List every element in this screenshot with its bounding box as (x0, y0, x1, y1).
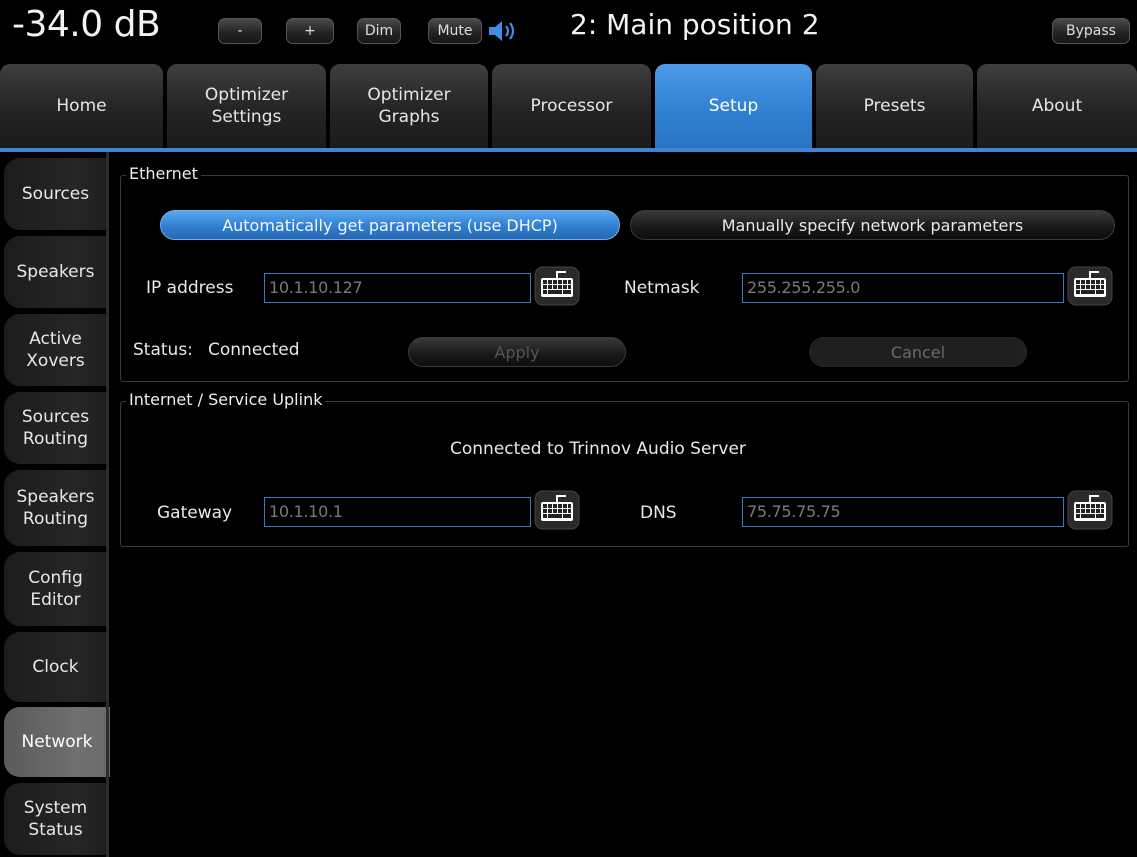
volume-readout: -34.0 dB (12, 4, 161, 45)
sidebar-item-speakers-routing[interactable]: Speakers Routing (4, 470, 107, 546)
status-label: Status: (133, 340, 193, 360)
keyboard-icon[interactable] (1067, 490, 1113, 530)
sidebar-item-sources[interactable]: Sources (4, 158, 107, 230)
keyboard-icon[interactable] (1067, 266, 1113, 306)
ip-address-field[interactable]: 10.1.10.127 (264, 273, 531, 303)
volume-up-button[interactable]: + (286, 18, 334, 44)
sidebar-item-clock[interactable]: Clock (4, 632, 107, 702)
sidebar-item-speakers[interactable]: Speakers (4, 236, 107, 308)
bypass-button[interactable]: Bypass (1052, 18, 1130, 44)
ethernet-legend: Ethernet (126, 164, 201, 183)
tab-about[interactable]: About (977, 64, 1137, 148)
tab-home[interactable]: Home (0, 64, 163, 148)
keyboard-icon[interactable] (534, 266, 580, 306)
sidebar-item-system-status[interactable]: System Status (4, 783, 107, 855)
ip-address-label: IP address (146, 278, 234, 298)
speaker-volume-icon[interactable] (487, 18, 521, 44)
internet-legend: Internet / Service Uplink (126, 390, 326, 409)
tab-optimizer-graphs[interactable]: Optimizer Graphs (330, 64, 488, 148)
volume-down-button[interactable]: - (218, 18, 262, 44)
tab-setup[interactable]: Setup (655, 64, 812, 148)
sidebar: Sources Speakers Active Xovers Sources R… (0, 152, 110, 857)
gateway-label: Gateway (157, 503, 233, 523)
sidebar-item-config-editor[interactable]: Config Editor (4, 552, 107, 626)
preset-title: 2: Main position 2 (570, 8, 820, 41)
dns-label: DNS (640, 503, 677, 523)
keyboard-icon[interactable] (534, 490, 580, 530)
netmask-label: Netmask (624, 278, 700, 298)
tab-underline (0, 148, 1137, 152)
main-tabs: Home Optimizer Settings Optimizer Graphs… (0, 64, 1137, 150)
dim-button[interactable]: Dim (357, 18, 401, 44)
uplink-status-message: Connected to Trinnov Audio Server (450, 439, 746, 459)
status-value: Connected (208, 340, 300, 360)
top-bar: -34.0 dB - + Dim Mute 2: Main position 2… (0, 0, 1137, 60)
tab-processor[interactable]: Processor (492, 64, 651, 148)
apply-button[interactable]: Apply (408, 337, 626, 367)
dns-field[interactable]: 75.75.75.75 (742, 497, 1064, 527)
gateway-field[interactable]: 10.1.10.1 (264, 497, 531, 527)
cancel-button[interactable]: Cancel (809, 337, 1027, 367)
sidebar-item-network[interactable]: Network (4, 707, 110, 777)
manual-network-button[interactable]: Manually specify network parameters (630, 210, 1115, 240)
netmask-field[interactable]: 255.255.255.0 (742, 273, 1064, 303)
dhcp-button[interactable]: Automatically get parameters (use DHCP) (160, 210, 620, 240)
sidebar-border (106, 152, 109, 857)
tab-optimizer-settings[interactable]: Optimizer Settings (167, 64, 326, 148)
mute-button[interactable]: Mute (428, 18, 482, 44)
sidebar-item-sources-routing[interactable]: Sources Routing (4, 392, 107, 464)
tab-presets[interactable]: Presets (816, 64, 973, 148)
sidebar-item-active-xovers[interactable]: Active Xovers (4, 314, 107, 386)
